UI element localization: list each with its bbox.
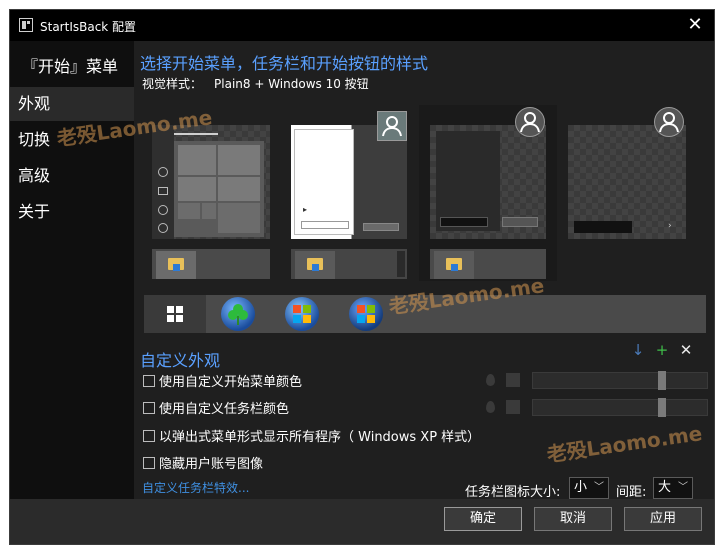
- avatar-preview-3: [515, 107, 545, 137]
- apply-button[interactable]: 应用: [624, 507, 702, 531]
- windows-vista-flag-icon: [357, 305, 375, 323]
- windows-logo-icon: [167, 306, 183, 322]
- option-custom-taskbar-color[interactable]: 使用自定义任务栏颜色: [143, 398, 289, 417]
- page-title: 选择开始菜单，任务栏和开始按钮的样式: [140, 54, 429, 73]
- app-icon: [19, 18, 33, 32]
- sidebar: 『开始』菜单 外观 切换 高级 关于: [10, 41, 134, 499]
- cancel-button[interactable]: 取消: [534, 507, 612, 531]
- avatar-preview-2: [377, 111, 407, 141]
- option-label: 以弹出式菜单形式显示所有程序（ Windows XP 样式）: [159, 430, 481, 445]
- taskbar-style-preview-2[interactable]: [291, 249, 407, 279]
- config-window: StartIsBack 配置 ✕ 『开始』菜单 外观 切换 高级 关于 选择开始…: [9, 9, 715, 545]
- taskbar-style-preview-1[interactable]: [152, 249, 270, 279]
- sidebar-header: 『开始』菜单: [22, 57, 119, 76]
- visual-style-row: 视觉样式： Plain8 + Windows 10 按钮: [142, 75, 369, 92]
- clover-icon: [228, 304, 248, 325]
- spacing-select[interactable]: 大 ﹀: [653, 477, 693, 499]
- option-custom-start-color[interactable]: 使用自定义开始菜单颜色: [143, 371, 302, 390]
- slider-thumb[interactable]: [658, 398, 666, 417]
- checkbox[interactable]: [143, 456, 155, 469]
- option-label: 使用自定义任务栏颜色: [159, 402, 290, 417]
- orb-option-vista[interactable]: [349, 297, 383, 331]
- spacing-label: 间距:: [616, 485, 647, 500]
- orb-option-windows7[interactable]: [285, 297, 319, 331]
- spacing-value: 大: [658, 480, 672, 495]
- icon-size-value: 小: [574, 480, 588, 495]
- checkbox[interactable]: [143, 429, 155, 442]
- option-label: 隐藏用户账号图像: [159, 457, 264, 472]
- color-drop-icon: [486, 374, 495, 386]
- folder-icon: [446, 258, 462, 271]
- color-swatch[interactable]: [506, 400, 520, 414]
- slider-thumb[interactable]: [658, 371, 666, 390]
- taskbar-color-slider[interactable]: [532, 398, 708, 417]
- windows7-flag-icon: [293, 305, 311, 323]
- orb-option-clover[interactable]: [221, 297, 255, 331]
- custom-appearance-heading: 自定义外观: [140, 351, 221, 370]
- color-drop-icon: [486, 401, 495, 413]
- checkbox[interactable]: [143, 401, 155, 414]
- chevron-down-icon: ﹀: [678, 482, 688, 493]
- sidebar-item-about[interactable]: 关于: [10, 195, 134, 229]
- start-style-preview-plain8[interactable]: [430, 125, 546, 239]
- icon-size-label: 任务栏图标大小:: [465, 485, 561, 500]
- start-menu-color-slider[interactable]: [532, 371, 708, 390]
- visual-style-value: Plain8 + Windows 10 按钮: [214, 77, 369, 91]
- dialog-footer: 确定 取消 应用: [10, 499, 714, 544]
- start-style-preview-win10[interactable]: [152, 125, 270, 239]
- color-swatch[interactable]: [506, 373, 520, 387]
- folder-icon: [168, 258, 184, 271]
- taskbar-effects-link[interactable]: 自定义任务栏特效...: [142, 479, 249, 496]
- title-bar: StartIsBack 配置 ✕: [10, 10, 714, 41]
- close-icon[interactable]: ✕: [678, 341, 694, 359]
- ok-button[interactable]: 确定: [444, 507, 522, 531]
- folder-icon: [307, 258, 323, 271]
- avatar-preview-4: [654, 107, 684, 137]
- visual-style-label: 视觉样式：: [142, 77, 203, 91]
- start-style-preview-win7[interactable]: ▸: [291, 125, 407, 239]
- close-icon[interactable]: ✕: [684, 14, 706, 36]
- option-xp-style-menu[interactable]: 以弹出式菜单形式显示所有程序（ Windows XP 样式）: [143, 426, 480, 445]
- download-arrow-icon[interactable]: ↓: [630, 341, 646, 359]
- chevron-down-icon: ﹀: [594, 482, 604, 493]
- sidebar-item-advanced[interactable]: 高级: [10, 159, 134, 193]
- icon-size-select[interactable]: 小 ﹀: [569, 477, 609, 499]
- option-hide-avatar[interactable]: 隐藏用户账号图像: [143, 453, 263, 472]
- window-title: StartIsBack 配置: [40, 20, 137, 34]
- option-label: 使用自定义开始菜单颜色: [159, 375, 303, 390]
- start-style-preview-win8[interactable]: ›: [568, 125, 686, 239]
- checkbox[interactable]: [143, 374, 155, 387]
- plus-icon[interactable]: +: [654, 341, 670, 359]
- orb-option-windows10[interactable]: [144, 295, 206, 333]
